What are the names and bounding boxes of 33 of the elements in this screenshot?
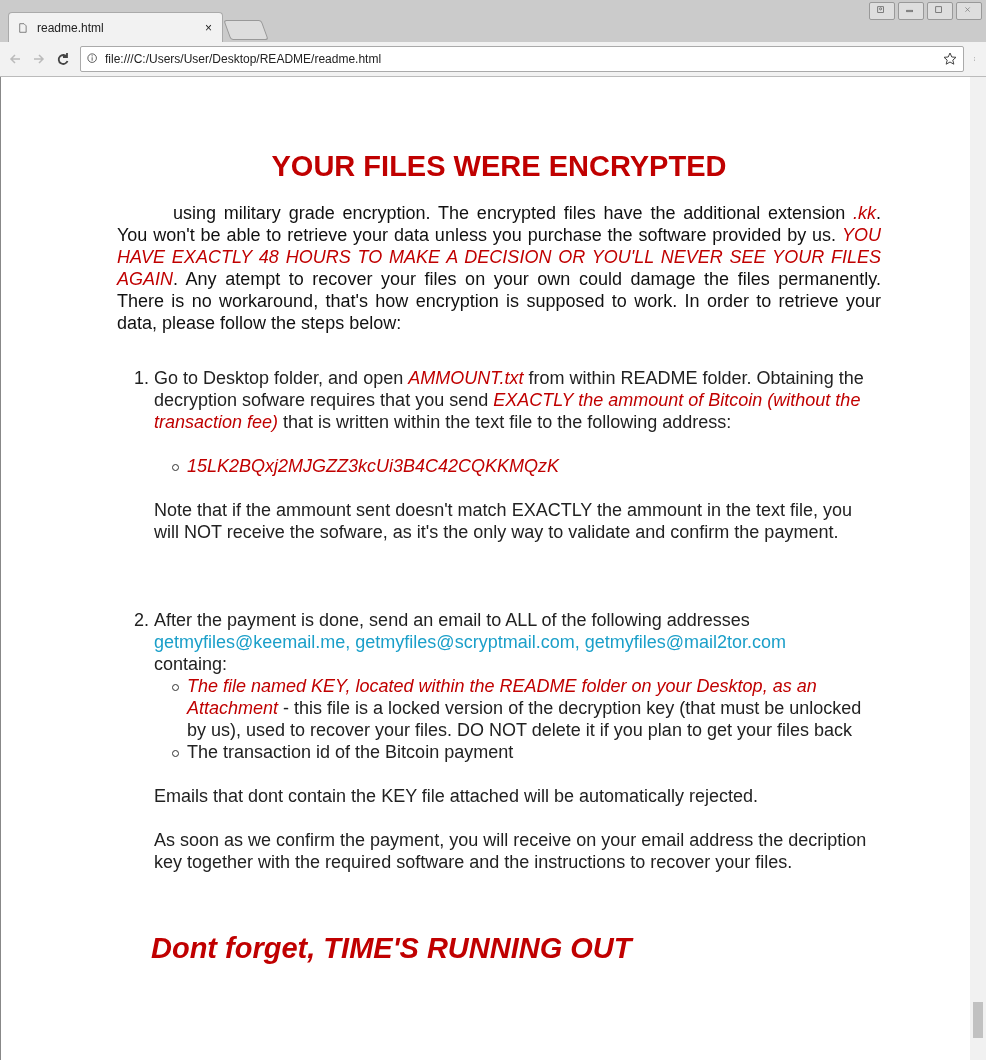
- address-bar[interactable]: file:///C:/Users/User/Desktop/README/readme.html: [80, 46, 964, 72]
- maximize-icon: [935, 6, 945, 16]
- step-number: 2.: [133, 609, 149, 632]
- step-note: As soon as we confirm the payment, you will receive on your email address the decription key together with the required software and the instructions to recover your files.: [154, 829, 868, 873]
- info-icon: [87, 53, 99, 65]
- step-note: Emails that dont contain the KEY file attached will be automatically rejected.: [154, 785, 759, 807]
- intro-paragraph: using military grade encryption. The encrypted files have the additional extension .kk. You won't be able to retrieve your data unless you purchase the software provided by us. YOU HAVE EXACTLY 48 HOURS TO MAKE A DECISION OR YOU'LL NEVER SEE YOUR FILES AGAIN. Any atempt to recover your files on your own could damage the files permanently. There is no workaround, that's how encryption is supposed to work. In order to retrieve your data, please follow the steps below:: [117, 202, 881, 334]
- back-icon[interactable]: [8, 52, 22, 66]
- user-button[interactable]: [869, 2, 895, 20]
- step-number: 1.: [133, 367, 149, 390]
- page-heading: YOUR FILES WERE ENCRYPTED: [270, 149, 728, 183]
- step-text: containg:: [154, 653, 229, 675]
- browser-tab[interactable]: readme.html ×: [8, 12, 223, 42]
- close-window-button[interactable]: [956, 2, 982, 20]
- tab-title: readme.html: [37, 20, 105, 35]
- page-icon: [19, 21, 29, 34]
- reload-icon[interactable]: [56, 52, 70, 66]
- scrollbar[interactable]: [970, 77, 986, 1060]
- minimize-button[interactable]: [898, 2, 924, 20]
- new-tab-button[interactable]: [223, 20, 269, 40]
- step-text: After the payment is done, send an email to ALL of the following addresses: [154, 609, 751, 631]
- forward-icon[interactable]: [32, 52, 46, 66]
- bitcoin-address: 15LK2BQxj2MJGZZ3kcUi3B4C42CQKKMQzK: [187, 455, 560, 477]
- step-note: Note that if the ammount sent doesn't match EXACTLY the ammount in the text file, you will NOT receive the sofware, as it's the only way to validate and confirm the payment.: [154, 499, 854, 543]
- url-text: file:///C:/Users/User/Desktop/README/readme.html: [105, 52, 383, 66]
- close-button[interactable]: ×: [205, 20, 212, 35]
- star-icon[interactable]: [943, 52, 957, 66]
- step-text: Go to Desktop folder, and open AMMOUNT.txt from within README folder. Obtaining the decryption sofware requires that you send EXACTLY the ammount of Bitcoin (without the transaction fee) that is written within the text file to the following address:: [154, 367, 865, 433]
- bullet-text: The transaction id of the Bitcoin payment: [187, 741, 514, 763]
- bullet-text: The file named KEY, located within the README folder on your Desktop, as an Attachment - this file is a locked version of the decryption key (that must be unlocked by us), used to recover your files. DO NOT delete it if you plan to get your files back: [187, 675, 863, 741]
- person-icon: [877, 6, 887, 16]
- closing-heading: Dont forget, TIME'S RUNNING OUT: [151, 931, 635, 965]
- maximize-button[interactable]: [927, 2, 953, 20]
